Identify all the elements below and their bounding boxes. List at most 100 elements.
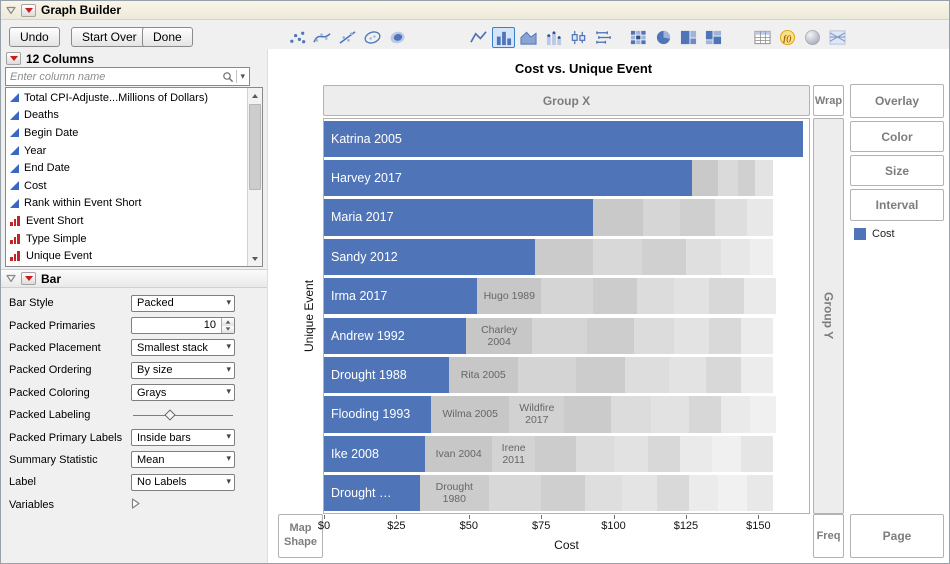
packed-bar-segment[interactable]: [674, 278, 709, 314]
packed-bar-segment[interactable]: [625, 357, 668, 393]
scrollbar-thumb[interactable]: [249, 104, 261, 190]
primary-bar[interactable]: Ike 2008: [324, 436, 425, 472]
undo-button[interactable]: Undo: [9, 27, 60, 47]
slider-packed-labeling[interactable]: [131, 407, 235, 424]
packed-bar-segment[interactable]: [689, 396, 721, 432]
packed-bar-segment[interactable]: [593, 239, 642, 275]
packed-bar-segment[interactable]: [686, 239, 721, 275]
dropdown-packed-ordering[interactable]: By size▾: [131, 362, 235, 379]
wrap-drop-zone[interactable]: Wrap: [813, 85, 844, 116]
packed-bar-segment[interactable]: [709, 278, 744, 314]
primary-bar[interactable]: Irma 2017: [324, 278, 477, 314]
column-item[interactable]: Type Simple: [6, 230, 247, 248]
packed-bar-segment[interactable]: Irene 2011: [492, 436, 535, 472]
mosaic-element-icon[interactable]: [702, 27, 725, 48]
packed-bar-segment[interactable]: [706, 357, 741, 393]
column-item[interactable]: Unique Event: [6, 247, 247, 265]
packed-bar-segment[interactable]: [741, 357, 773, 393]
packed-bar-segment[interactable]: [680, 199, 715, 235]
primary-bar[interactable]: Sandy 2012: [324, 239, 535, 275]
primary-bar[interactable]: Harvey 2017: [324, 160, 692, 196]
packed-bar-segment[interactable]: Hugo 1989: [477, 278, 541, 314]
page-drop-zone[interactable]: Page: [850, 514, 944, 558]
packed-bar-segment[interactable]: [718, 475, 747, 511]
packed-bar-segment[interactable]: Wilma 2005: [431, 396, 509, 432]
legend-swatch[interactable]: [854, 228, 866, 240]
red-triangle-menu-icon[interactable]: [6, 52, 21, 65]
table-element-icon[interactable]: [751, 27, 774, 48]
column-item[interactable]: Total CPI-Adjuste...Millions of Dollars): [6, 89, 247, 107]
area-element-icon[interactable]: [517, 27, 540, 48]
packed-bar-segment[interactable]: [648, 436, 680, 472]
packed-bar-segment[interactable]: [576, 436, 614, 472]
column-item[interactable]: Year: [6, 142, 247, 160]
column-item[interactable]: Cost: [6, 177, 247, 195]
packed-bar-segment[interactable]: [741, 436, 773, 472]
packed-bar-segment[interactable]: [669, 357, 707, 393]
primary-bar[interactable]: Flooding 1993: [324, 396, 431, 432]
dropdown-bar-style[interactable]: Packed▾: [131, 295, 235, 312]
primary-bar[interactable]: Katrina 2005: [324, 121, 803, 157]
dropdown-label[interactable]: No Labels▾: [131, 474, 235, 491]
packed-bar-segment[interactable]: [738, 160, 755, 196]
packed-bar-segment[interactable]: [489, 475, 541, 511]
packed-bar-segment[interactable]: [674, 318, 709, 354]
packed-bar-segment[interactable]: [755, 160, 772, 196]
disclosure-open-icon[interactable]: [6, 6, 16, 15]
column-item[interactable]: Rank within Event Short: [6, 195, 247, 213]
packed-bar-segment[interactable]: [657, 475, 689, 511]
packed-bar-segment[interactable]: [622, 475, 657, 511]
packed-bar-segment[interactable]: [541, 475, 584, 511]
packed-bar-segment[interactable]: [689, 475, 718, 511]
parallel-element-icon[interactable]: [826, 27, 849, 48]
scrollbar-down-button[interactable]: [248, 251, 262, 266]
packed-bar-segment[interactable]: [593, 199, 642, 235]
packed-bar-segment[interactable]: [747, 475, 773, 511]
line-of-fit-element-icon[interactable]: [336, 27, 359, 48]
packed-bar-segment[interactable]: [750, 239, 773, 275]
group-y-drop-zone[interactable]: Group Y: [813, 118, 844, 514]
packed-bar-segment[interactable]: [518, 357, 576, 393]
packed-bar-segment[interactable]: [637, 278, 675, 314]
freq-drop-zone[interactable]: Freq: [813, 514, 844, 558]
packed-bar-segment[interactable]: [718, 160, 738, 196]
scatter-element-icon[interactable]: [286, 27, 309, 48]
primary-bar[interactable]: Drought 1988: [324, 357, 449, 393]
scrollbar-up-button[interactable]: [248, 88, 262, 103]
interval-bars-element-icon[interactable]: [592, 27, 615, 48]
packed-bar-segment[interactable]: [643, 199, 681, 235]
dropdown-packed-primary-labels[interactable]: Inside bars▾: [131, 429, 235, 446]
sphere-element-icon[interactable]: [801, 27, 824, 48]
packed-bar-segment[interactable]: Charley 2004: [466, 318, 533, 354]
slider-thumb[interactable]: [164, 409, 175, 420]
packed-bar-segment[interactable]: [721, 396, 750, 432]
primary-bar[interactable]: Drought …: [324, 475, 420, 511]
column-item[interactable]: Event Short: [6, 212, 247, 230]
packed-bar-segment[interactable]: [611, 396, 652, 432]
formula-element-icon[interactable]: f(): [776, 27, 799, 48]
red-triangle-menu-icon[interactable]: [21, 272, 36, 285]
column-search-input[interactable]: [6, 71, 222, 83]
color-drop-zone[interactable]: Color: [850, 121, 944, 152]
pie-element-icon[interactable]: [652, 27, 675, 48]
packed-bar-segment[interactable]: [585, 475, 623, 511]
packed-bar-segment[interactable]: [535, 436, 576, 472]
treemap-element-icon[interactable]: [677, 27, 700, 48]
primary-bar[interactable]: Maria 2017: [324, 199, 593, 235]
group-x-drop-zone[interactable]: Group X: [323, 85, 810, 116]
spin-down-button[interactable]: [222, 326, 234, 334]
packed-bar-segment[interactable]: [614, 436, 649, 472]
column-item[interactable]: End Date: [6, 159, 247, 177]
disclosure-variables[interactable]: [131, 498, 140, 512]
packed-bar-segment[interactable]: [651, 396, 689, 432]
packed-bar-segment[interactable]: Drought 1980: [420, 475, 489, 511]
packed-bar-segment[interactable]: [564, 396, 610, 432]
ellipse-element-icon[interactable]: [361, 27, 384, 48]
packed-bar-segment[interactable]: [715, 199, 747, 235]
size-drop-zone[interactable]: Size: [850, 155, 944, 186]
packed-bar-segment[interactable]: [532, 318, 587, 354]
packed-bar-segment[interactable]: Ivan 2004: [425, 436, 492, 472]
packed-bar-segment[interactable]: [587, 318, 633, 354]
packed-bar-segment[interactable]: [709, 318, 741, 354]
packed-bar-segment[interactable]: [680, 436, 712, 472]
